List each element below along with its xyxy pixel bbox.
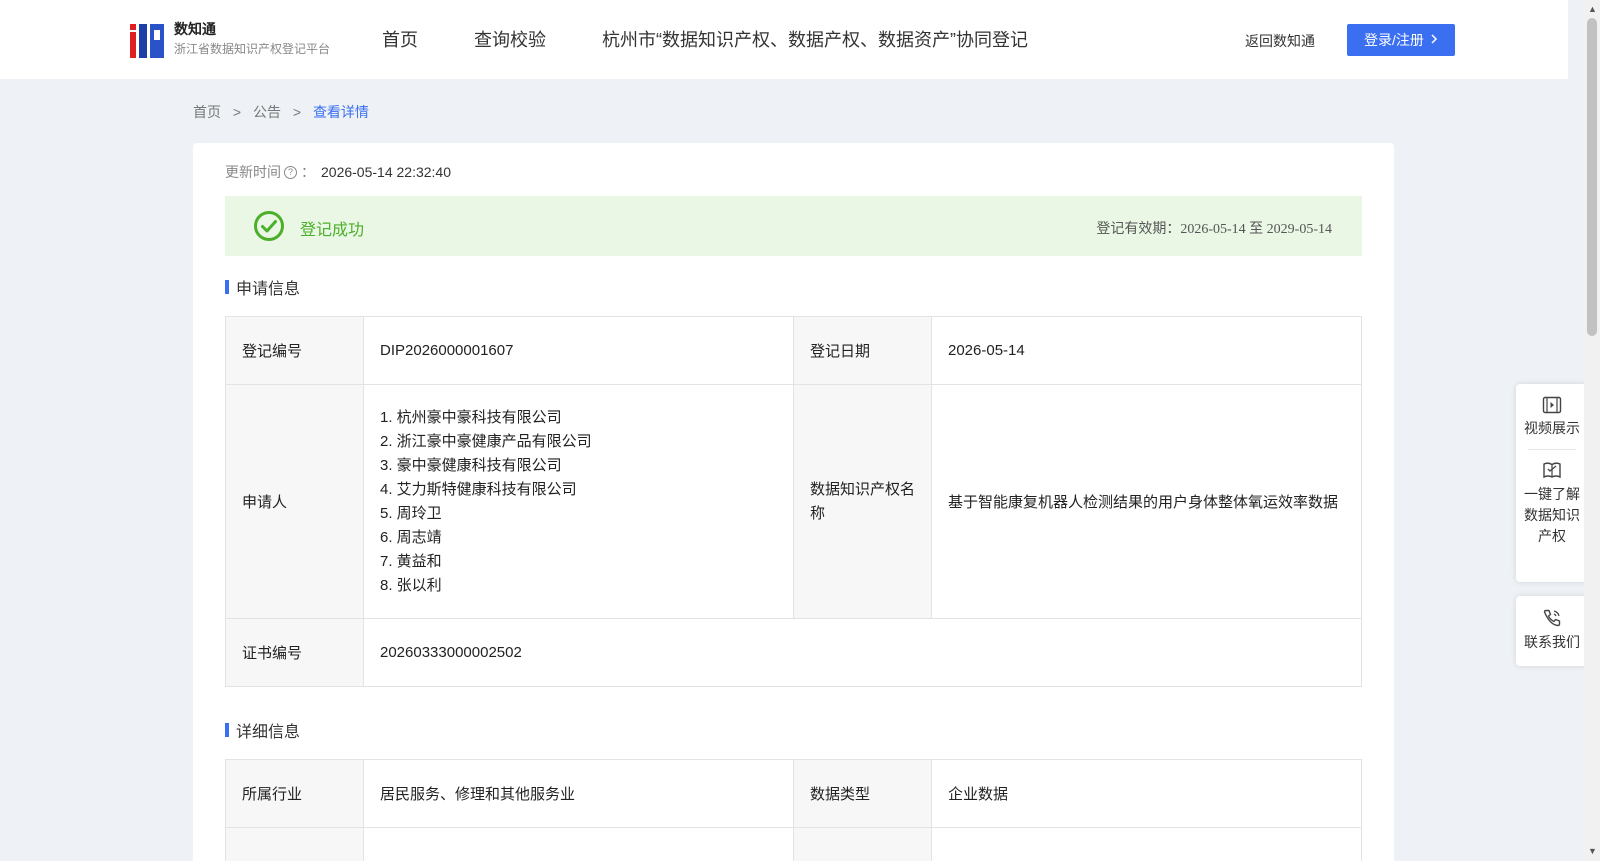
nav-query-verify[interactable]: 查询校验 [474, 28, 546, 52]
registration-status-banner: 登记成功 登记有效期：2026-05-14 至 2029-05-14 [225, 196, 1362, 256]
learn-ip-label: 一键了解数据知识产权 [1524, 486, 1580, 544]
contact-us-label: 联系我们 [1524, 634, 1580, 650]
update-time-colon: ： [301, 164, 315, 180]
breadcrumb-current: 查看详情 [312, 104, 369, 120]
list-item: 3. 豪中豪健康科技有限公司 [380, 456, 562, 474]
side-float-panel: 视频展示 一键了解数据知识产权 [1516, 384, 1588, 582]
top-header: 数知通 浙江省数据知识产权登记平台 首页 查询校验 杭州市“数据知识产权、数据产… [0, 0, 1568, 79]
section-title-detail-text: 详细信息 [236, 724, 301, 741]
table-row: 登记编号 DIP2026000001607 登记日期 2026-05-14 [225, 316, 1362, 385]
update-time-value: 2026-05-14 22:32:40 [321, 164, 451, 180]
industry-value: 居民服务、修理和其他服务业 [363, 759, 794, 828]
ip-name-label: 数据知识产权名称 [793, 384, 932, 619]
book-icon [1543, 462, 1561, 479]
status-text: 登记成功 [300, 222, 365, 239]
logo-subtitle: 浙江省数据知识产权登记平台 [174, 42, 331, 56]
login-register-button[interactable]: 登录/注册 [1347, 24, 1455, 56]
reg-no-value: DIP2026000001607 [363, 316, 794, 385]
table-row: 所属行业 居民服务、修理和其他服务业 数据类型 企业数据 [225, 759, 1362, 828]
update-time-label: 更新时间 [225, 164, 281, 180]
data-type-label: 数据类型 [793, 759, 932, 828]
breadcrumb-separator: > [232, 104, 242, 120]
chevron-right-icon [1430, 33, 1438, 47]
table-row: 申请人 1. 杭州豪中豪科技有限公司 2. 浙江豪中豪健康产品有限公司 3. 豪… [225, 384, 1362, 619]
logo-title: 数知通 [174, 21, 216, 37]
list-item: 7. 黄益和 [380, 552, 442, 570]
list-item: 1. 杭州豪中豪科技有限公司 [380, 408, 562, 426]
apply-info-table: 登记编号 DIP2026000001607 登记日期 2026-05-14 申请… [225, 316, 1362, 687]
industry-label: 所属行业 [225, 759, 364, 828]
section-title-detail: 详细信息 [225, 718, 300, 742]
contact-float-panel: 联系我们 [1516, 596, 1588, 666]
table-row: 证书编号 20260333000002502 [225, 618, 1362, 687]
check-circle-icon [254, 211, 284, 241]
video-icon [1542, 396, 1562, 414]
logo-mark-icon [130, 20, 166, 58]
breadcrumb: 首页 > 公告 > 查看详情 [193, 102, 369, 122]
scroll-down-arrow-icon[interactable]: ▼ [1588, 846, 1597, 856]
data-type-value: 企业数据 [931, 759, 1362, 828]
nav-hangzhou-registration[interactable]: 杭州市“数据知识产权、数据产权、数据资产”协同登记 [602, 28, 1028, 52]
cert-no-value: 20260333000002502 [363, 618, 1362, 687]
applicant-label: 申请人 [225, 384, 364, 619]
video-showcase-label: 视频展示 [1524, 420, 1580, 436]
detail-card: 更新时间 ? ： 2026-05-14 22:32:40 登记成功 登记有效期：… [193, 143, 1394, 861]
table-row [225, 827, 1362, 861]
cert-no-label: 证书编号 [225, 618, 364, 687]
scroll-up-arrow-icon[interactable]: ▲ [1588, 4, 1597, 14]
list-item: 6. 周志靖 [380, 528, 442, 546]
list-item: 4. 艾力斯特健康科技有限公司 [380, 480, 577, 498]
phone-icon [1543, 609, 1561, 627]
ip-name-value: 基于智能康复机器人检测结果的用户身体整体氧运效率数据 [931, 384, 1362, 619]
contact-us-button[interactable]: 联系我们 [1516, 608, 1588, 653]
section-title-apply-text: 申请信息 [236, 281, 301, 298]
section-title-apply: 申请信息 [225, 275, 300, 299]
question-icon[interactable]: ? [284, 165, 297, 179]
list-item: 5. 周玲卫 [380, 504, 442, 522]
breadcrumb-announcement[interactable]: 公告 [253, 104, 281, 120]
list-item: 8. 张以利 [380, 576, 442, 594]
validity-period: 登记有效期：2026-05-14 至 2029-05-14 [1096, 222, 1332, 237]
reg-date-label: 登记日期 [793, 316, 932, 385]
breadcrumb-home[interactable]: 首页 [193, 104, 221, 120]
login-register-label: 登录/注册 [1364, 32, 1424, 48]
nav-home[interactable]: 首页 [382, 28, 418, 52]
applicant-list: 1. 杭州豪中豪科技有限公司 2. 浙江豪中豪健康产品有限公司 3. 豪中豪健康… [363, 384, 794, 619]
detail-info-table: 所属行业 居民服务、修理和其他服务业 数据类型 企业数据 [225, 759, 1362, 861]
scrollbar-thumb[interactable] [1587, 18, 1597, 336]
page-scrollbar[interactable]: ▲ ▼ [1584, 0, 1600, 861]
back-to-shuzhitong-link[interactable]: 返回数知通 [1245, 31, 1315, 51]
breadcrumb-separator: > [292, 104, 302, 120]
main-nav: 首页 查询校验 杭州市“数据知识产权、数据产权、数据资产”协同登记 [382, 28, 1084, 52]
update-time: 更新时间 ? ： 2026-05-14 22:32:40 [225, 162, 451, 182]
reg-date-value: 2026-05-14 [931, 316, 1362, 385]
learn-ip-button[interactable]: 一键了解数据知识产权 [1516, 460, 1588, 547]
video-showcase-button[interactable]: 视频展示 [1516, 396, 1588, 439]
list-item: 2. 浙江豪中豪健康产品有限公司 [380, 432, 592, 450]
site-logo[interactable]: 数知通 浙江省数据知识产权登记平台 [130, 20, 330, 58]
reg-no-label: 登记编号 [225, 316, 364, 385]
